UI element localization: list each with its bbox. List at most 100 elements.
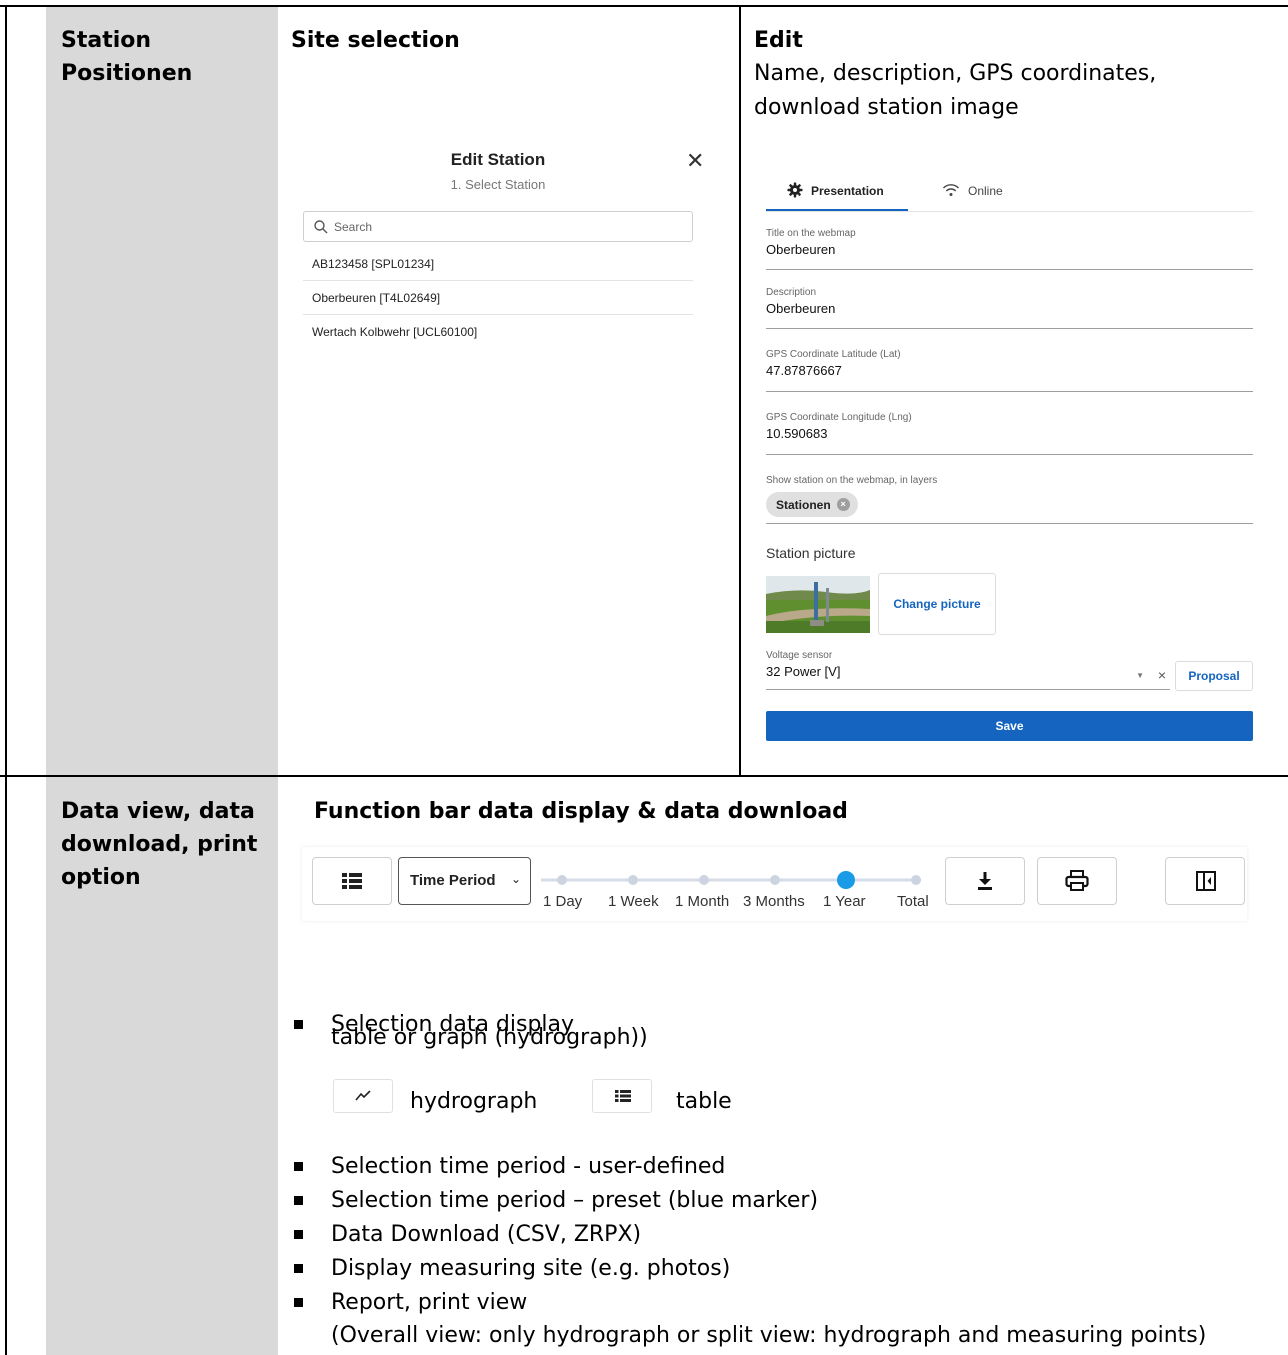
title-field[interactable]: Title on the webmap Oberbeuren — [766, 228, 1253, 270]
bullet-marker — [294, 1230, 303, 1239]
latitude-field-value: 47.87876667 — [766, 363, 842, 378]
list-icon — [342, 873, 362, 889]
layers-field[interactable]: Show station on the webmap, in layers St… — [766, 475, 1253, 524]
search-icon — [314, 220, 328, 234]
active-tab-indicator — [766, 209, 908, 211]
voltage-sensor-select[interactable]: Voltage sensor 32 Power [V] ▼ × — [766, 650, 1170, 690]
station-picture-thumbnail — [766, 576, 870, 633]
row1-label-line2: Positionen — [61, 61, 193, 86]
bullet-item: Report, print view — [331, 1290, 528, 1315]
bullet-marker — [294, 1264, 303, 1273]
longitude-field-value: 10.590683 — [766, 426, 828, 441]
site-selection-heading: Site selection — [291, 28, 460, 53]
wifi-icon — [943, 184, 959, 196]
voltage-sensor-value: 32 Power [V] — [766, 664, 841, 679]
latitude-field[interactable]: GPS Coordinate Latitude (Lat) 47.8787666… — [766, 349, 1253, 392]
timeline-marker[interactable] — [628, 875, 638, 885]
hydrograph-label: hydrograph — [410, 1089, 538, 1114]
chart-line-icon — [355, 1090, 371, 1101]
row2-label-line1: Data view, data — [61, 799, 255, 824]
longitude-field-label: GPS Coordinate Longitude (Lng) — [766, 412, 912, 423]
timeline-label[interactable]: 3 Months — [743, 893, 805, 910]
description-field-label: Description — [766, 287, 817, 298]
hydrograph-view-button[interactable] — [333, 1079, 393, 1113]
timeline-marker[interactable] — [911, 875, 921, 885]
layers-field-label: Show station on the webmap, in layers — [766, 475, 938, 486]
bullet-marker — [294, 1020, 303, 1029]
function-bar-heading: Function bar data display & data downloa… — [314, 799, 848, 824]
timeline-marker-selected[interactable] — [837, 871, 855, 889]
longitude-field[interactable]: GPS Coordinate Longitude (Lng) 10.590683 — [766, 412, 1253, 455]
change-picture-button[interactable]: Change picture — [878, 573, 996, 635]
list-icon — [615, 1090, 631, 1102]
timeline-marker[interactable] — [770, 875, 780, 885]
dropdown-arrow-icon[interactable]: ▼ — [1136, 671, 1144, 680]
time-period-label: Time Period — [410, 872, 496, 889]
table-column-divider — [739, 5, 741, 777]
timeline-marker[interactable] — [699, 875, 709, 885]
latitude-field-label: GPS Coordinate Latitude (Lat) — [766, 349, 901, 360]
bullet-item: Data Download (CSV, ZRPX) — [331, 1222, 642, 1247]
print-button[interactable] — [1037, 857, 1117, 905]
download-icon — [978, 872, 992, 890]
station-search-input[interactable] — [334, 217, 674, 237]
chip-remove-icon[interactable]: × — [836, 498, 850, 511]
table-view-button[interactable] — [312, 857, 392, 905]
station-search-box — [303, 211, 693, 242]
table-left-border — [5, 5, 7, 1355]
report-sub-line: (Overall view: only hydrograph or split … — [331, 1323, 1207, 1348]
table-label: table — [676, 1089, 732, 1114]
tab-presentation[interactable]: Presentation — [787, 180, 884, 212]
layer-chip[interactable]: Stationen × — [766, 492, 858, 517]
bullet-display-line2: table or graph (hydrograph)) — [331, 1025, 648, 1050]
description-field-value: Oberbeuren — [766, 301, 836, 316]
row2-label-line2: download, print — [61, 832, 258, 857]
save-button[interactable]: Save — [766, 711, 1253, 741]
edit-heading: Edit — [754, 28, 803, 53]
tab-online[interactable]: Online — [942, 180, 1003, 212]
tabs-baseline — [766, 211, 1253, 212]
bullet-marker — [294, 1298, 303, 1307]
table-top-border — [0, 5, 1288, 7]
timeline-marker[interactable] — [557, 875, 567, 885]
station-list-item[interactable]: Wertach Kolbwehr [UCL60100] — [303, 315, 693, 349]
clear-icon[interactable]: × — [1158, 667, 1166, 683]
bullet-item: Selection time period - user-defined — [331, 1154, 726, 1179]
title-field-label: Title on the webmap — [766, 228, 856, 239]
edit-description-line1: Name, description, GPS coordinates, — [754, 61, 1157, 86]
label-column-row1 — [46, 7, 278, 775]
time-period-timeline — [541, 871, 921, 889]
title-field-value: Oberbeuren — [766, 242, 836, 257]
bullet-item: Display measuring site (e.g. photos) — [331, 1256, 731, 1281]
timeline-label[interactable]: 1 Month — [675, 893, 729, 910]
timeline-label[interactable]: Total — [897, 893, 929, 910]
timeline-label[interactable]: 1 Week — [608, 893, 659, 910]
layer-chip-label: Stationen — [776, 497, 831, 512]
timeline-label[interactable]: 1 Day — [543, 893, 582, 910]
timeline-label[interactable]: 1 Year — [823, 893, 866, 910]
voltage-sensor-label: Voltage sensor — [766, 650, 833, 661]
download-button[interactable] — [945, 857, 1025, 905]
tab-presentation-label: Presentation — [811, 184, 884, 198]
station-list-item[interactable]: AB123458 [SPL01234] — [303, 247, 693, 281]
side-panel-icon — [1196, 871, 1216, 891]
edit-description-line2: download station image — [754, 95, 1019, 120]
station-list-item[interactable]: Oberbeuren [T4L02649] — [303, 281, 693, 315]
proposal-button[interactable]: Proposal — [1175, 661, 1253, 691]
bullet-marker — [294, 1162, 303, 1171]
gear-icon — [787, 182, 803, 198]
edit-station-dialog-title: Edit Station — [450, 150, 546, 169]
row1-label-line1: Station — [61, 28, 152, 53]
tab-online-label: Online — [968, 184, 1003, 198]
printer-icon — [1065, 870, 1089, 891]
chevron-down-icon: ⌄ — [510, 872, 521, 886]
bullet-marker — [294, 1196, 303, 1205]
time-period-select[interactable]: Time Period ⌄ — [398, 857, 531, 905]
edit-station-dialog-subtitle: 1. Select Station — [450, 177, 546, 192]
close-icon[interactable]: ✕ — [686, 150, 704, 172]
table-mini-button[interactable] — [592, 1079, 652, 1113]
station-picture-heading: Station picture — [766, 545, 856, 561]
toggle-panel-button[interactable] — [1165, 857, 1245, 905]
table-row-divider — [0, 775, 1288, 777]
description-field[interactable]: Description Oberbeuren — [766, 287, 1253, 329]
